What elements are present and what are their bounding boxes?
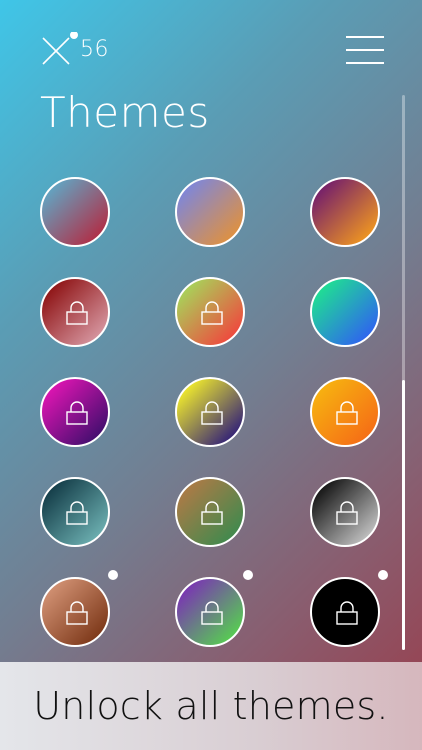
theme-swatch[interactable] xyxy=(310,577,380,647)
theme-swatch[interactable] xyxy=(310,377,380,447)
lock-icon xyxy=(336,501,358,525)
points-count: 56 xyxy=(80,37,109,62)
theme-swatch[interactable] xyxy=(175,177,245,247)
hamburger-menu-icon[interactable] xyxy=(346,36,384,64)
theme-swatch[interactable] xyxy=(310,177,380,247)
theme-swatch[interactable] xyxy=(40,477,110,547)
lock-icon xyxy=(66,601,88,625)
new-indicator-dot xyxy=(378,570,388,580)
theme-swatch[interactable] xyxy=(40,577,110,647)
theme-swatch[interactable] xyxy=(40,277,110,347)
theme-swatch[interactable] xyxy=(175,477,245,547)
lock-icon xyxy=(336,401,358,425)
scrollbar-thumb[interactable] xyxy=(402,380,405,650)
lock-icon xyxy=(336,601,358,625)
lock-icon xyxy=(66,401,88,425)
theme-swatch[interactable] xyxy=(175,377,245,447)
lock-icon xyxy=(66,501,88,525)
theme-swatch[interactable] xyxy=(310,477,380,547)
theme-swatch[interactable] xyxy=(175,277,245,347)
lock-icon xyxy=(201,501,223,525)
lock-icon xyxy=(201,301,223,325)
theme-swatch[interactable] xyxy=(40,377,110,447)
theme-swatch[interactable] xyxy=(40,177,110,247)
unlock-all-label: Unlock all themes. xyxy=(33,684,389,728)
new-indicator-dot xyxy=(108,570,118,580)
new-indicator-dot xyxy=(243,570,253,580)
lock-icon xyxy=(201,601,223,625)
lock-icon xyxy=(201,401,223,425)
unlock-all-button[interactable]: Unlock all themes. xyxy=(0,662,422,750)
theme-swatch[interactable] xyxy=(175,577,245,647)
top-bar: 56 xyxy=(0,0,422,90)
lock-icon xyxy=(66,301,88,325)
page-title: Themes xyxy=(40,88,210,137)
theme-swatch[interactable] xyxy=(310,277,380,347)
